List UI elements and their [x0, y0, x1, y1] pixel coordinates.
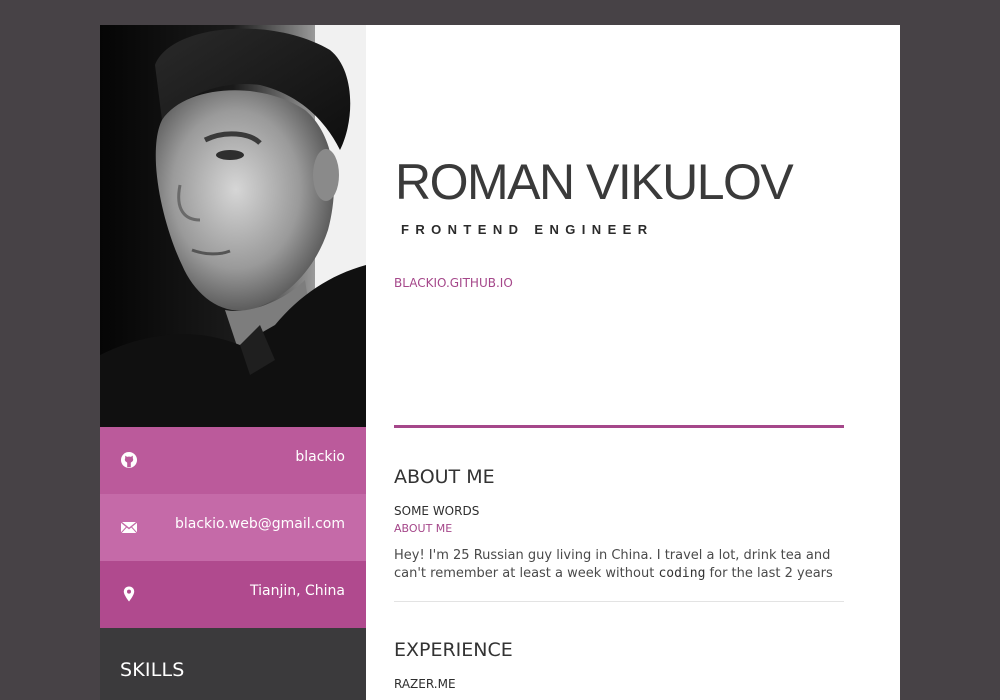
header-divider	[394, 425, 844, 428]
about-code-word: coding	[658, 566, 706, 581]
experience-company: RAZER.ME	[394, 677, 456, 691]
about-heading: ABOUT ME	[394, 466, 495, 488]
profile-photo	[100, 25, 366, 427]
location-text: Tianjin, China	[249, 583, 345, 599]
website-link[interactable]: BLACKIO.GITHUB.IO	[394, 276, 513, 290]
location-pin-icon	[120, 585, 138, 603]
person-name: ROMAN VIKULOV	[395, 154, 794, 210]
section-divider	[394, 601, 844, 602]
resume-card: blackio blackio.web@gmail.com Tianjin, C…	[100, 25, 900, 700]
about-text: Hey! I'm 25 Russian guy living in China.…	[394, 547, 854, 583]
main-content: ROMAN VIKULOV FRONTEND ENGINEER BLACKIO.…	[366, 25, 900, 700]
about-sublabel: ABOUT ME	[394, 522, 453, 535]
about-subheading: SOME WORDS	[394, 504, 480, 518]
contact-github[interactable]: blackio	[100, 427, 366, 494]
github-username: blackio	[295, 449, 345, 465]
sidebar: blackio blackio.web@gmail.com Tianjin, C…	[100, 25, 366, 700]
contact-location: Tianjin, China	[100, 561, 366, 628]
about-text-end: for the last 2 years	[705, 566, 833, 581]
github-icon	[120, 451, 138, 469]
experience-heading: EXPERIENCE	[394, 639, 513, 661]
skills-heading: SKILLS	[120, 659, 185, 681]
mail-icon	[120, 518, 138, 536]
contact-email[interactable]: blackio.web@gmail.com	[100, 494, 366, 561]
email-address: blackio.web@gmail.com	[174, 516, 345, 532]
job-title: FRONTEND ENGINEER	[401, 222, 654, 237]
